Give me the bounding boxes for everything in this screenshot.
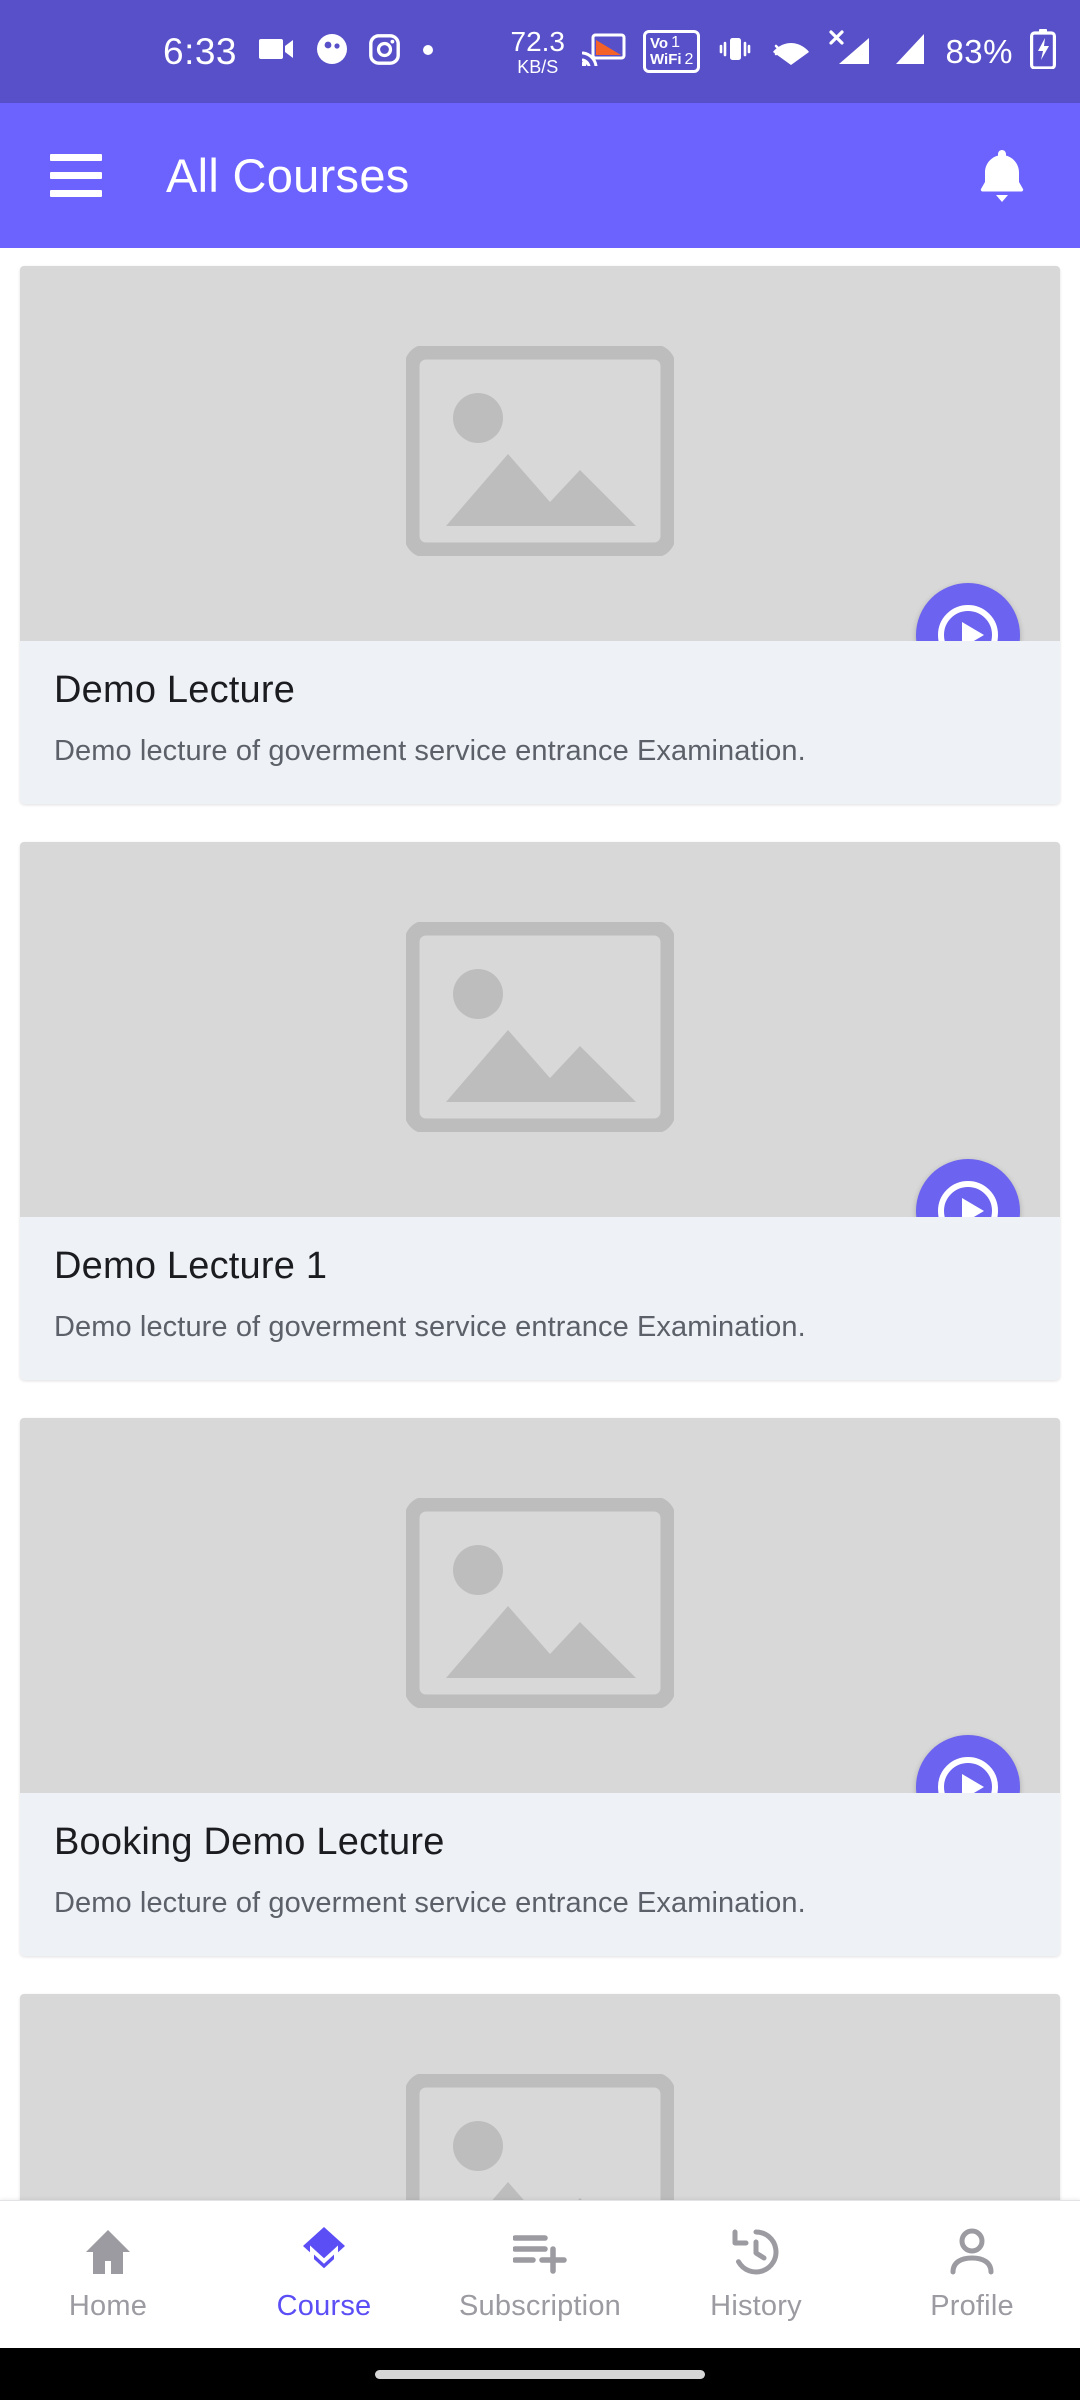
page-title: All Courses: [166, 149, 410, 202]
nav-label-profile: Profile: [930, 2290, 1014, 2322]
course-title: Booking Demo Lecture: [54, 1821, 445, 1863]
course-description: Demo lecture of goverment service entran…: [54, 1311, 806, 1343]
battery-charging-icon: [1030, 29, 1056, 74]
course-info: Demo Lecture 1 Demo lecture of goverment…: [20, 1217, 1060, 1380]
gesture-handle[interactable]: [375, 2369, 705, 2379]
dot-icon: [422, 43, 434, 61]
course-thumbnail: [20, 266, 1060, 641]
vowifi-indicator: Vo 1 WiFi 2: [643, 30, 701, 73]
course-description: Demo lecture of goverment service entran…: [54, 735, 806, 767]
video-camera-icon: [259, 35, 295, 68]
status-bar: 6:33 72.3 KB/S Vo 1 WiFi 2 83%: [0, 0, 1080, 103]
course-title: Demo Lecture 1: [54, 1245, 328, 1287]
vibrate-icon: [717, 31, 753, 72]
nav-item-subscription[interactable]: Subscription: [445, 2226, 635, 2323]
app-bar: All Courses: [0, 103, 1080, 248]
history-clock-icon: [731, 2226, 781, 2276]
status-bar-left: 6:33: [163, 31, 434, 73]
nav-item-home[interactable]: Home: [13, 2226, 203, 2323]
image-placeholder-icon: [404, 2072, 676, 2200]
image-placeholder-icon: [404, 1496, 676, 1713]
play-icon[interactable]: [916, 583, 1020, 641]
nav-label-home: Home: [68, 2290, 148, 2322]
course-thumbnail: [20, 842, 1060, 1217]
course-info: Booking Demo Lecture Demo lecture of gov…: [20, 1793, 1060, 1956]
nav-item-course[interactable]: Course: [229, 2226, 419, 2323]
status-bar-right: 72.3 KB/S Vo 1 WiFi 2 83%: [510, 25, 1057, 77]
course-info: Demo Lecture Demo lecture of goverment s…: [20, 641, 1060, 804]
course-list[interactable]: Demo Lecture Demo lecture of goverment s…: [0, 248, 1080, 2200]
person-icon: [948, 2226, 996, 2276]
course-description: Demo lecture of goverment service entran…: [54, 1887, 806, 1919]
hamburger-menu-icon[interactable]: [50, 154, 102, 197]
status-bar-clock: 6:33: [163, 30, 238, 72]
nav-label-subscription: Subscription: [459, 2290, 621, 2322]
bell-icon[interactable]: [974, 146, 1030, 206]
list-item[interactable]: Demo Lecture 1 Demo lecture of goverment…: [20, 842, 1060, 1380]
list-item[interactable]: [20, 1994, 1060, 2200]
list-item[interactable]: Booking Demo Lecture Demo lecture of gov…: [20, 1418, 1060, 1956]
phone-screen: 6:33 72.3 KB/S Vo 1 WiFi 2 83% All Cours…: [0, 0, 1080, 2400]
instagram-icon: [369, 33, 400, 70]
course-thumbnail: [20, 1994, 1060, 2200]
network-speed-unit: KB/S: [517, 56, 559, 77]
battery-percentage: 83%: [945, 32, 1013, 70]
nav-item-history[interactable]: History: [661, 2226, 851, 2323]
vowifi-sim1-number: 1: [671, 34, 680, 52]
network-speed-indicator: 72.3 KB/S: [510, 25, 566, 77]
wifi-icon: [770, 31, 812, 72]
play-icon[interactable]: [916, 1735, 1020, 1793]
bottom-navigation: Home Course Subscription History Profile: [0, 2200, 1080, 2348]
nav-item-profile[interactable]: Profile: [877, 2226, 1067, 2323]
graduation-cap-icon: [298, 2226, 350, 2276]
play-icon[interactable]: [916, 1159, 1020, 1217]
contacts-icon: [317, 34, 348, 69]
nav-label-history: History: [710, 2290, 802, 2322]
signal-no-service-icon: [829, 30, 873, 73]
image-placeholder-icon: [404, 920, 676, 1137]
vowifi-vo-label: Vo: [650, 34, 669, 52]
vowifi-sim2-number: 2: [684, 50, 694, 68]
screen-cast-icon: [581, 32, 626, 71]
course-thumbnail: [20, 1418, 1060, 1793]
list-item[interactable]: Demo Lecture Demo lecture of goverment s…: [20, 266, 1060, 804]
image-placeholder-icon: [404, 344, 676, 561]
signal-bars-icon: [890, 32, 928, 71]
course-title: Demo Lecture: [54, 669, 296, 711]
home-icon: [83, 2226, 133, 2276]
vowifi-wifi-label: WiFi: [650, 51, 682, 68]
nav-label-course: Course: [276, 2290, 372, 2322]
playlist-add-icon: [513, 2226, 567, 2276]
network-speed-value: 72.3: [510, 25, 566, 57]
system-gesture-bar: [0, 2348, 1080, 2400]
